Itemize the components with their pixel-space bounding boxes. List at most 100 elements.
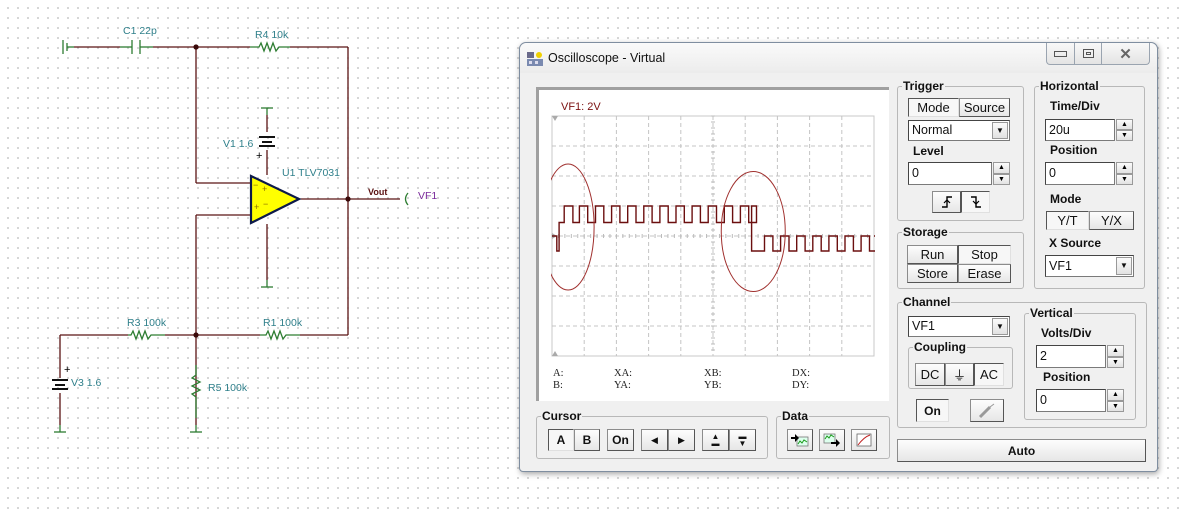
falling-edge-icon	[970, 196, 981, 208]
cursor-b-button[interactable]: B	[574, 429, 600, 451]
export-data-button[interactable]	[819, 429, 845, 451]
volts-div-spinner[interactable]: ▲ ▼	[1107, 345, 1124, 368]
opamp-pin-bottom-left: +	[254, 202, 260, 212]
erase-button[interactable]: Erase	[958, 264, 1011, 283]
trigger-rising-edge-button[interactable]	[932, 191, 961, 213]
oscilloscope-window: Oscilloscope - Virtual ✕ VF1: 2V A: B: X…	[519, 42, 1158, 472]
dropdown-arrow-icon[interactable]: ▼	[1116, 257, 1132, 275]
trigger-group-title: Trigger	[903, 79, 944, 93]
close-icon: ✕	[1119, 45, 1132, 63]
oscilloscope-app-icon	[527, 52, 543, 66]
dropdown-arrow-icon[interactable]: ▼	[992, 318, 1008, 335]
cursor-group-title: Cursor	[542, 409, 582, 423]
curve-icon	[856, 433, 872, 447]
spin-up-icon[interactable]: ▲	[1107, 389, 1124, 401]
minimize-button[interactable]	[1046, 43, 1075, 65]
window-title: Oscilloscope - Virtual	[548, 51, 666, 65]
channel-select[interactable]: VF1 ▼	[908, 316, 1010, 337]
cursor-up-button[interactable]: ▲ ▬	[702, 429, 729, 451]
time-div-spinner[interactable]: ▲ ▼	[1116, 119, 1133, 141]
ground-icon: ⏚	[952, 368, 966, 383]
auto-button[interactable]: Auto	[897, 439, 1146, 462]
xb-readout: XB:	[704, 368, 722, 379]
storage-group-title: Storage	[903, 225, 948, 239]
coupling-dc-button[interactable]: DC	[915, 363, 945, 386]
xa-readout: XA:	[614, 368, 633, 379]
u1-label: U1 TLV7031	[282, 167, 340, 179]
dropdown-arrow-icon[interactable]: ▼	[992, 122, 1008, 139]
horizontal-position-input[interactable]: 0	[1045, 162, 1115, 185]
bottom-marker-icon	[552, 351, 558, 356]
volts-div-label: Volts/Div	[1041, 326, 1092, 340]
close-button[interactable]: ✕	[1101, 43, 1150, 65]
vout-net-label: Vout	[368, 187, 388, 197]
vertical-group-title: Vertical	[1030, 306, 1073, 320]
trigger-source-tab[interactable]: Source	[959, 98, 1010, 117]
cursor-down-button[interactable]: ▬ ▼	[729, 429, 756, 451]
run-button[interactable]: Run	[907, 245, 958, 264]
maximize-button[interactable]	[1074, 43, 1102, 65]
export-waveform-icon	[823, 433, 840, 447]
channel-value: VF1	[912, 319, 935, 333]
spin-down-icon[interactable]: ▼	[1116, 130, 1133, 141]
cursor-right-button[interactable]: ▶	[668, 429, 695, 451]
rising-edge-icon	[941, 196, 952, 208]
spin-down-icon[interactable]: ▼	[1116, 173, 1133, 185]
x-source-value: VF1	[1049, 259, 1072, 273]
spin-up-icon[interactable]: ▲	[993, 162, 1010, 174]
channel-group-title: Channel	[903, 295, 951, 309]
scope-graticule[interactable]	[551, 115, 875, 357]
cursor-a-button[interactable]: A	[548, 429, 574, 451]
c1-label: C1 22p	[123, 25, 157, 37]
spin-up-icon[interactable]: ▲	[1116, 162, 1133, 174]
horizontal-mode-label: Mode	[1050, 192, 1082, 206]
probe-icon	[978, 403, 995, 418]
probe-button[interactable]	[970, 399, 1004, 422]
trigger-mode-select[interactable]: Normal ▼	[908, 120, 1010, 141]
trigger-falling-edge-button[interactable]	[961, 191, 990, 213]
trigger-level-label: Level	[913, 144, 944, 158]
coupling-ac-button[interactable]: AC	[974, 363, 1004, 386]
vertical-position-input[interactable]: 0	[1036, 389, 1106, 412]
r3-label: R3 100k	[127, 317, 167, 329]
v3-label: V3 1.6	[71, 377, 102, 389]
cursor-a-readout: A:	[553, 368, 564, 379]
ya-readout: YA:	[614, 380, 631, 391]
spin-down-icon[interactable]: ▼	[1107, 400, 1124, 412]
trigger-level-spinner[interactable]: ▲ ▼	[993, 162, 1010, 185]
trigger-mode-tab[interactable]: Mode	[908, 98, 959, 117]
vertical-position-label: Position	[1043, 370, 1091, 384]
spin-down-icon[interactable]: ▼	[993, 173, 1010, 185]
dx-readout: DX:	[792, 368, 811, 379]
r4-label: R4 10k	[255, 29, 289, 41]
top-marker-icon	[552, 116, 558, 121]
r1-label: R1 100k	[263, 317, 303, 329]
trigger-level-input[interactable]: 0	[908, 162, 992, 185]
stop-button[interactable]: Stop	[958, 245, 1011, 264]
curve-data-button[interactable]	[851, 429, 877, 451]
volts-div-input[interactable]: 2	[1036, 345, 1106, 368]
arrow-down-bar-icon: ▬ ▼	[738, 432, 747, 448]
r5-label: R5 100k	[208, 382, 248, 394]
title-bar[interactable]: Oscilloscope - Virtual ✕	[520, 43, 1157, 73]
time-div-input[interactable]: 20u	[1045, 119, 1115, 141]
spin-up-icon[interactable]: ▲	[1116, 119, 1133, 130]
trigger-mode-value: Normal	[912, 123, 953, 137]
vertical-position-spinner[interactable]: ▲ ▼	[1107, 389, 1124, 412]
channel-on-button[interactable]: On	[916, 399, 949, 422]
yb-readout: YB:	[704, 380, 722, 391]
v3-plus-sign: +	[64, 364, 71, 376]
import-data-button[interactable]	[787, 429, 813, 451]
circuit-schematic	[52, 40, 409, 433]
mode-yx-button[interactable]: Y/X	[1089, 211, 1134, 230]
store-button[interactable]: Store	[907, 264, 958, 283]
cursor-left-button[interactable]: ◀	[641, 429, 668, 451]
coupling-gnd-button[interactable]: ⏚	[945, 363, 974, 386]
spin-down-icon[interactable]: ▼	[1107, 356, 1124, 368]
x-source-select[interactable]: VF1 ▼	[1045, 255, 1134, 277]
cursor-on-button[interactable]: On	[607, 429, 634, 451]
v1-plus-sign: +	[256, 150, 263, 162]
horizontal-position-spinner[interactable]: ▲ ▼	[1116, 162, 1133, 185]
mode-yt-button[interactable]: Y/T	[1046, 211, 1089, 230]
spin-up-icon[interactable]: ▲	[1107, 345, 1124, 357]
